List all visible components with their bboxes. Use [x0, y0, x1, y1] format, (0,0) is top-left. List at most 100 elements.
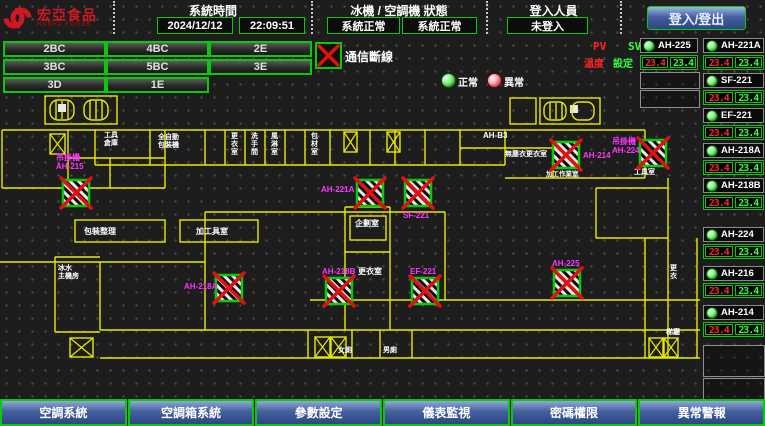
nav-button-4[interactable]: 儀表監視 — [383, 399, 510, 426]
device-label: 吊掛機AH-224 — [612, 136, 640, 155]
unit-value-row: 23.423.4 — [703, 55, 764, 70]
room-label: 風淋室 — [270, 132, 278, 156]
room-label: 企劃室 — [354, 218, 379, 228]
header-bar: 宏亞食品 HUNYA FOODS 系統時間 2024/12/12 22:09:5… — [0, 0, 765, 38]
unit-SF-221[interactable]: SF-221 — [703, 73, 764, 88]
brand-logo: 宏亞食品 HUNYA FOODS — [2, 3, 97, 33]
shaft-x-icon — [50, 134, 65, 154]
unit-EF-221[interactable]: EF-221 — [703, 108, 764, 123]
unit-AH-214[interactable]: AH-214 — [703, 305, 764, 320]
unit-sv-value: 23.4 — [735, 324, 763, 335]
room-label: 更衣室 — [231, 132, 239, 156]
unit-name-label: AH-218B — [721, 180, 761, 191]
floor-button-2bc[interactable]: 2BC — [3, 41, 106, 57]
room-label: 更衣室 — [358, 266, 382, 276]
unit-sv-value: 23.4 — [735, 92, 763, 103]
unit-name-label: EF-221 — [721, 110, 752, 121]
unit-sv-value: 23.4 — [735, 127, 763, 138]
room-label: 梯廳 — [666, 327, 680, 336]
floor-button-1e[interactable]: 1E — [106, 77, 209, 93]
header-separator — [486, 1, 488, 34]
unit-name-label: AH-221A — [721, 40, 761, 51]
device-icon-AH-224[interactable]: 吊掛機AH-224 — [612, 136, 668, 168]
nav-button-6[interactable]: 異常警報 — [638, 399, 765, 426]
unit-status-led — [706, 268, 718, 280]
unit-name-label: AH-216 — [721, 268, 754, 279]
normal-led-icon — [441, 73, 456, 88]
unit-sv-value: 23.4 — [670, 57, 696, 68]
floor-button-3d[interactable]: 3D — [3, 77, 106, 93]
normal-label: 正常 — [458, 74, 478, 89]
unit-name-label: AH-214 — [721, 307, 754, 318]
unit-pv-value: 23.4 — [705, 57, 733, 68]
pv-column-label: PV — [593, 40, 606, 53]
unit-status-led — [706, 40, 718, 52]
floor-button-4bc[interactable]: 4BC — [106, 41, 209, 57]
device-label: AH-214 — [583, 151, 611, 160]
floor-button-3e[interactable]: 3E — [209, 59, 312, 75]
unit-status-led — [706, 229, 718, 241]
abnormal-led-icon — [487, 73, 502, 88]
shaft-x-icon — [649, 338, 663, 357]
unit-AH-216[interactable]: AH-216 — [703, 266, 764, 281]
device-label: EF-221 — [410, 267, 437, 276]
bottom-nav-bar: 空調系統空調箱系統參數設定儀表監視密碼權限異常警報 — [0, 399, 765, 426]
unit-status-led — [706, 180, 718, 192]
comm-lost-icon — [315, 42, 342, 69]
unit-AH-225[interactable]: AH-225 — [640, 38, 698, 53]
unit-AH-224[interactable]: AH-224 — [703, 227, 764, 242]
hmi-screen: { "header": { "brand": {"name": "宏亞食品", … — [0, 0, 765, 426]
unit-pv-value: 23.4 — [705, 324, 733, 335]
nav-button-2[interactable]: 空調箱系統 — [128, 399, 255, 426]
floor-button-3bc[interactable]: 3BC — [3, 59, 106, 75]
floor-button-5bc[interactable]: 5BC — [106, 59, 209, 75]
room-label: 無塵衣更衣室 — [505, 149, 547, 158]
device-icon-AH-214[interactable]: AH-214 — [551, 140, 611, 170]
unit-status-led — [706, 307, 718, 319]
floor-plan-map: 工具倉庫全自動包裝機更衣室洗手間風淋室包材室AH-B3無塵衣更衣室加工作業室工具… — [0, 92, 700, 398]
shaft-x-icon — [344, 132, 357, 152]
login-logout-button[interactable]: 登入/登出 — [647, 6, 746, 30]
device-icon-AH-221A[interactable]: AH-221A — [321, 178, 385, 208]
pv-sub-label: 溫度 — [584, 55, 604, 70]
unit-status-led — [706, 75, 718, 87]
device-icon-AH-225[interactable]: AH-225 — [552, 259, 582, 298]
brand-subtitle: HUNYA FOODS — [37, 22, 97, 28]
abnormal-label: 異常 — [504, 74, 524, 89]
sv-sub-label: 設定 — [613, 55, 633, 70]
room-label: 洗手間 — [251, 131, 258, 156]
device-icon-AH-218B[interactable]: AH-218B — [322, 267, 356, 306]
unit-pv-value: 23.4 — [705, 162, 733, 173]
device-label: AH-218B — [322, 267, 356, 276]
unit-sv-value: 23.4 — [735, 285, 763, 296]
unit-name-label: AH-224 — [721, 229, 754, 240]
room-label: AH-B3 — [483, 131, 508, 140]
unit-AH-221A[interactable]: AH-221A — [703, 38, 764, 53]
device-label: 吊掛機AH-215 — [56, 152, 84, 171]
shaft-x-icon — [387, 132, 400, 152]
nav-button-3[interactable]: 參數設定 — [255, 399, 382, 426]
unit-value-row: 23.423.4 — [703, 160, 764, 175]
shaft-x-icon — [315, 337, 330, 357]
nav-button-1[interactable]: 空調系統 — [0, 399, 127, 426]
unit-pv-value: 23.4 — [705, 246, 733, 257]
ac-status-value: 系統正常 — [402, 17, 477, 34]
map-walls — [2, 130, 645, 188]
device-icon-EF-221[interactable]: EF-221 — [410, 267, 440, 306]
floor-button-2e[interactable]: 2E — [209, 41, 312, 57]
shaft-x-icon — [70, 338, 93, 357]
header-separator — [620, 1, 622, 34]
unit-AH-218A[interactable]: AH-218A — [703, 143, 764, 158]
system-clock-value: 22:09:51 — [239, 17, 305, 34]
device-icon-SF-221[interactable]: SF-221 — [403, 178, 433, 220]
unit-value-row: 23.423.4 — [703, 283, 764, 298]
room-label: 包裝整理 — [83, 226, 116, 236]
device-label: SF-221 — [403, 211, 430, 220]
device-icon-AH-218A[interactable]: AH-218A — [184, 273, 244, 303]
header-separator — [311, 1, 313, 34]
device-icon-AH-215[interactable]: 吊掛機AH-215 — [56, 152, 91, 208]
unit-AH-218B[interactable]: AH-218B — [703, 178, 764, 193]
header-separator — [113, 1, 115, 34]
unit-status-led — [643, 40, 655, 52]
nav-button-5[interactable]: 密碼權限 — [511, 399, 638, 426]
